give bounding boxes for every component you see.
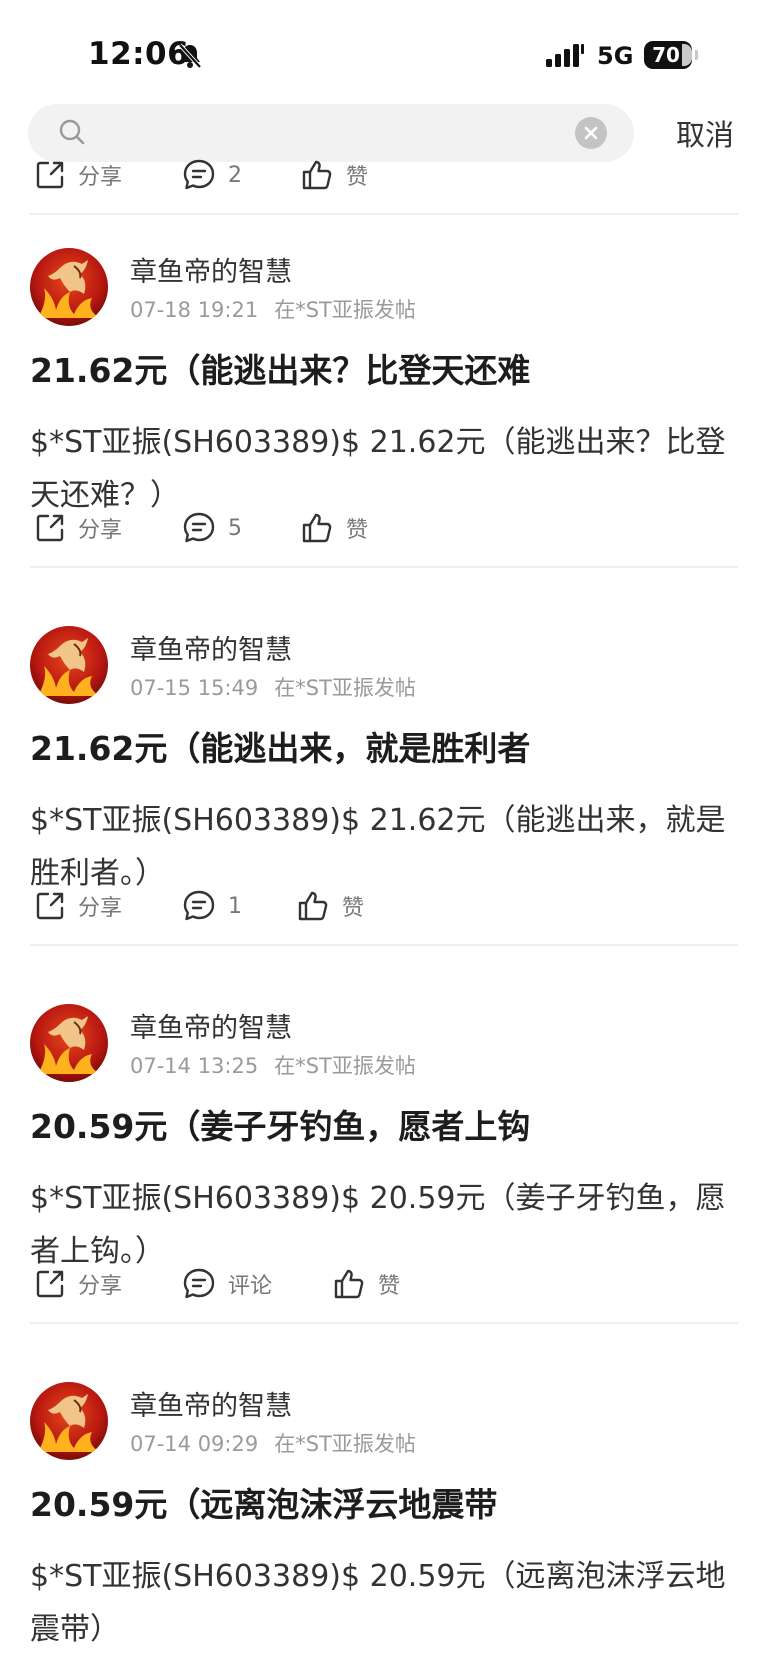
divider [30, 944, 738, 946]
post-action-bar: 分享 评论 赞 [0, 1259, 768, 1309]
status-bar: 12:06 5G 70 [0, 0, 768, 100]
post-meta: 07-15 15:49 在*ST亚振发帖 [130, 672, 432, 702]
like-button[interactable]: 赞 [300, 503, 368, 553]
like-label: 赞 [346, 518, 369, 543]
author-name[interactable]: 章鱼帝的智慧 [130, 628, 292, 667]
thumbs-up-icon [296, 889, 330, 923]
share-button[interactable]: 分享 [34, 881, 122, 931]
like-button[interactable]: 赞 [332, 1259, 400, 1309]
author-name[interactable]: 章鱼帝的智慧 [130, 1384, 292, 1423]
share-icon [34, 1268, 66, 1300]
post-action-bar: 分享 1 赞 [0, 881, 768, 931]
post-location[interactable]: 在*ST亚振发帖 [274, 1054, 416, 1078]
like-button[interactable]: 赞 [296, 881, 364, 931]
avatar[interactable] [30, 626, 108, 704]
divider [30, 1322, 738, 1324]
avatar[interactable] [30, 1004, 108, 1082]
post-location[interactable]: 在*ST亚振发帖 [274, 298, 416, 322]
thumbs-up-icon [300, 158, 334, 192]
share-label: 分享 [78, 165, 123, 190]
share-icon [34, 159, 66, 191]
post-meta: 07-14 13:25 在*ST亚振发帖 [130, 1050, 432, 1080]
bell-slash-icon [178, 43, 202, 73]
clear-icon[interactable] [575, 117, 607, 149]
comment-button[interactable]: 5 [182, 503, 242, 553]
thumbs-up-icon [332, 1267, 366, 1301]
post-meta: 07-14 09:29 在*ST亚振发帖 [130, 1428, 432, 1458]
share-button[interactable]: 分享 [34, 1259, 122, 1309]
comment-icon [182, 511, 216, 545]
share-label: 分享 [78, 518, 123, 543]
comment-button[interactable]: 2 [182, 158, 242, 200]
post-time: 07-15 15:49 [130, 676, 259, 700]
comment-count: 5 [228, 515, 242, 541]
share-icon [34, 890, 66, 922]
share-label: 分享 [78, 896, 123, 921]
comment-label: 评论 [228, 1274, 273, 1299]
network-type: 5G [597, 42, 634, 70]
post-title[interactable]: 21.62元（能逃出来？比登天还难 [30, 344, 530, 392]
search-input[interactable] [98, 114, 582, 154]
comment-icon [182, 158, 216, 192]
comment-count: 1 [228, 893, 242, 919]
post-time: 07-14 09:29 [130, 1432, 259, 1456]
like-label: 赞 [378, 1274, 401, 1299]
signal-icon [546, 44, 586, 72]
author-name[interactable]: 章鱼帝的智慧 [130, 250, 292, 289]
post-body[interactable]: $*ST亚振(SH603389)$ 20.59元（远离泡沫浮云地震带） [30, 1550, 730, 1656]
share-icon [34, 512, 66, 544]
comment-button[interactable]: 1 [182, 881, 242, 931]
comment-button[interactable]: 评论 [182, 1259, 272, 1309]
post-action-bar: 分享 2 赞 [0, 158, 768, 200]
post-action-bar: 分享 5 赞 [0, 503, 768, 553]
divider [30, 566, 738, 568]
comment-icon [182, 1267, 216, 1301]
avatar[interactable] [30, 1382, 108, 1460]
comment-icon [182, 889, 216, 923]
post-feed[interactable]: 分享 2 赞 章鱼帝的智慧 07-18 19:21 在*ST亚振发帖 21.62… [0, 158, 768, 1669]
post-time: 07-18 19:21 [130, 298, 259, 322]
author-name[interactable]: 章鱼帝的智慧 [130, 1006, 292, 1045]
thumbs-up-icon [300, 511, 334, 545]
like-button[interactable]: 赞 [300, 158, 368, 200]
post-title[interactable]: 20.59元（远离泡沫浮云地震带 [30, 1478, 497, 1526]
post-time: 07-14 13:25 [130, 1054, 259, 1078]
like-label: 赞 [346, 165, 369, 190]
post-location[interactable]: 在*ST亚振发帖 [274, 676, 416, 700]
post-title[interactable]: 20.59元（姜子牙钓鱼，愿者上钩 [30, 1100, 530, 1148]
like-label: 赞 [342, 896, 365, 921]
search-icon [58, 118, 86, 150]
battery-level: 70 [652, 43, 680, 67]
post-title[interactable]: 21.62元（能逃出来，就是胜利者 [30, 722, 530, 770]
post-location[interactable]: 在*ST亚振发帖 [274, 1432, 416, 1456]
comment-count: 2 [228, 162, 242, 188]
search-bar[interactable] [28, 104, 634, 162]
share-button[interactable]: 分享 [34, 158, 122, 200]
share-label: 分享 [78, 1274, 123, 1299]
status-time: 12:06 [88, 36, 190, 72]
avatar[interactable] [30, 248, 108, 326]
post-meta: 07-18 19:21 在*ST亚振发帖 [130, 294, 432, 324]
battery-nub [695, 50, 698, 60]
share-button[interactable]: 分享 [34, 503, 122, 553]
divider [30, 213, 738, 215]
cancel-button[interactable]: 取消 [676, 112, 734, 154]
